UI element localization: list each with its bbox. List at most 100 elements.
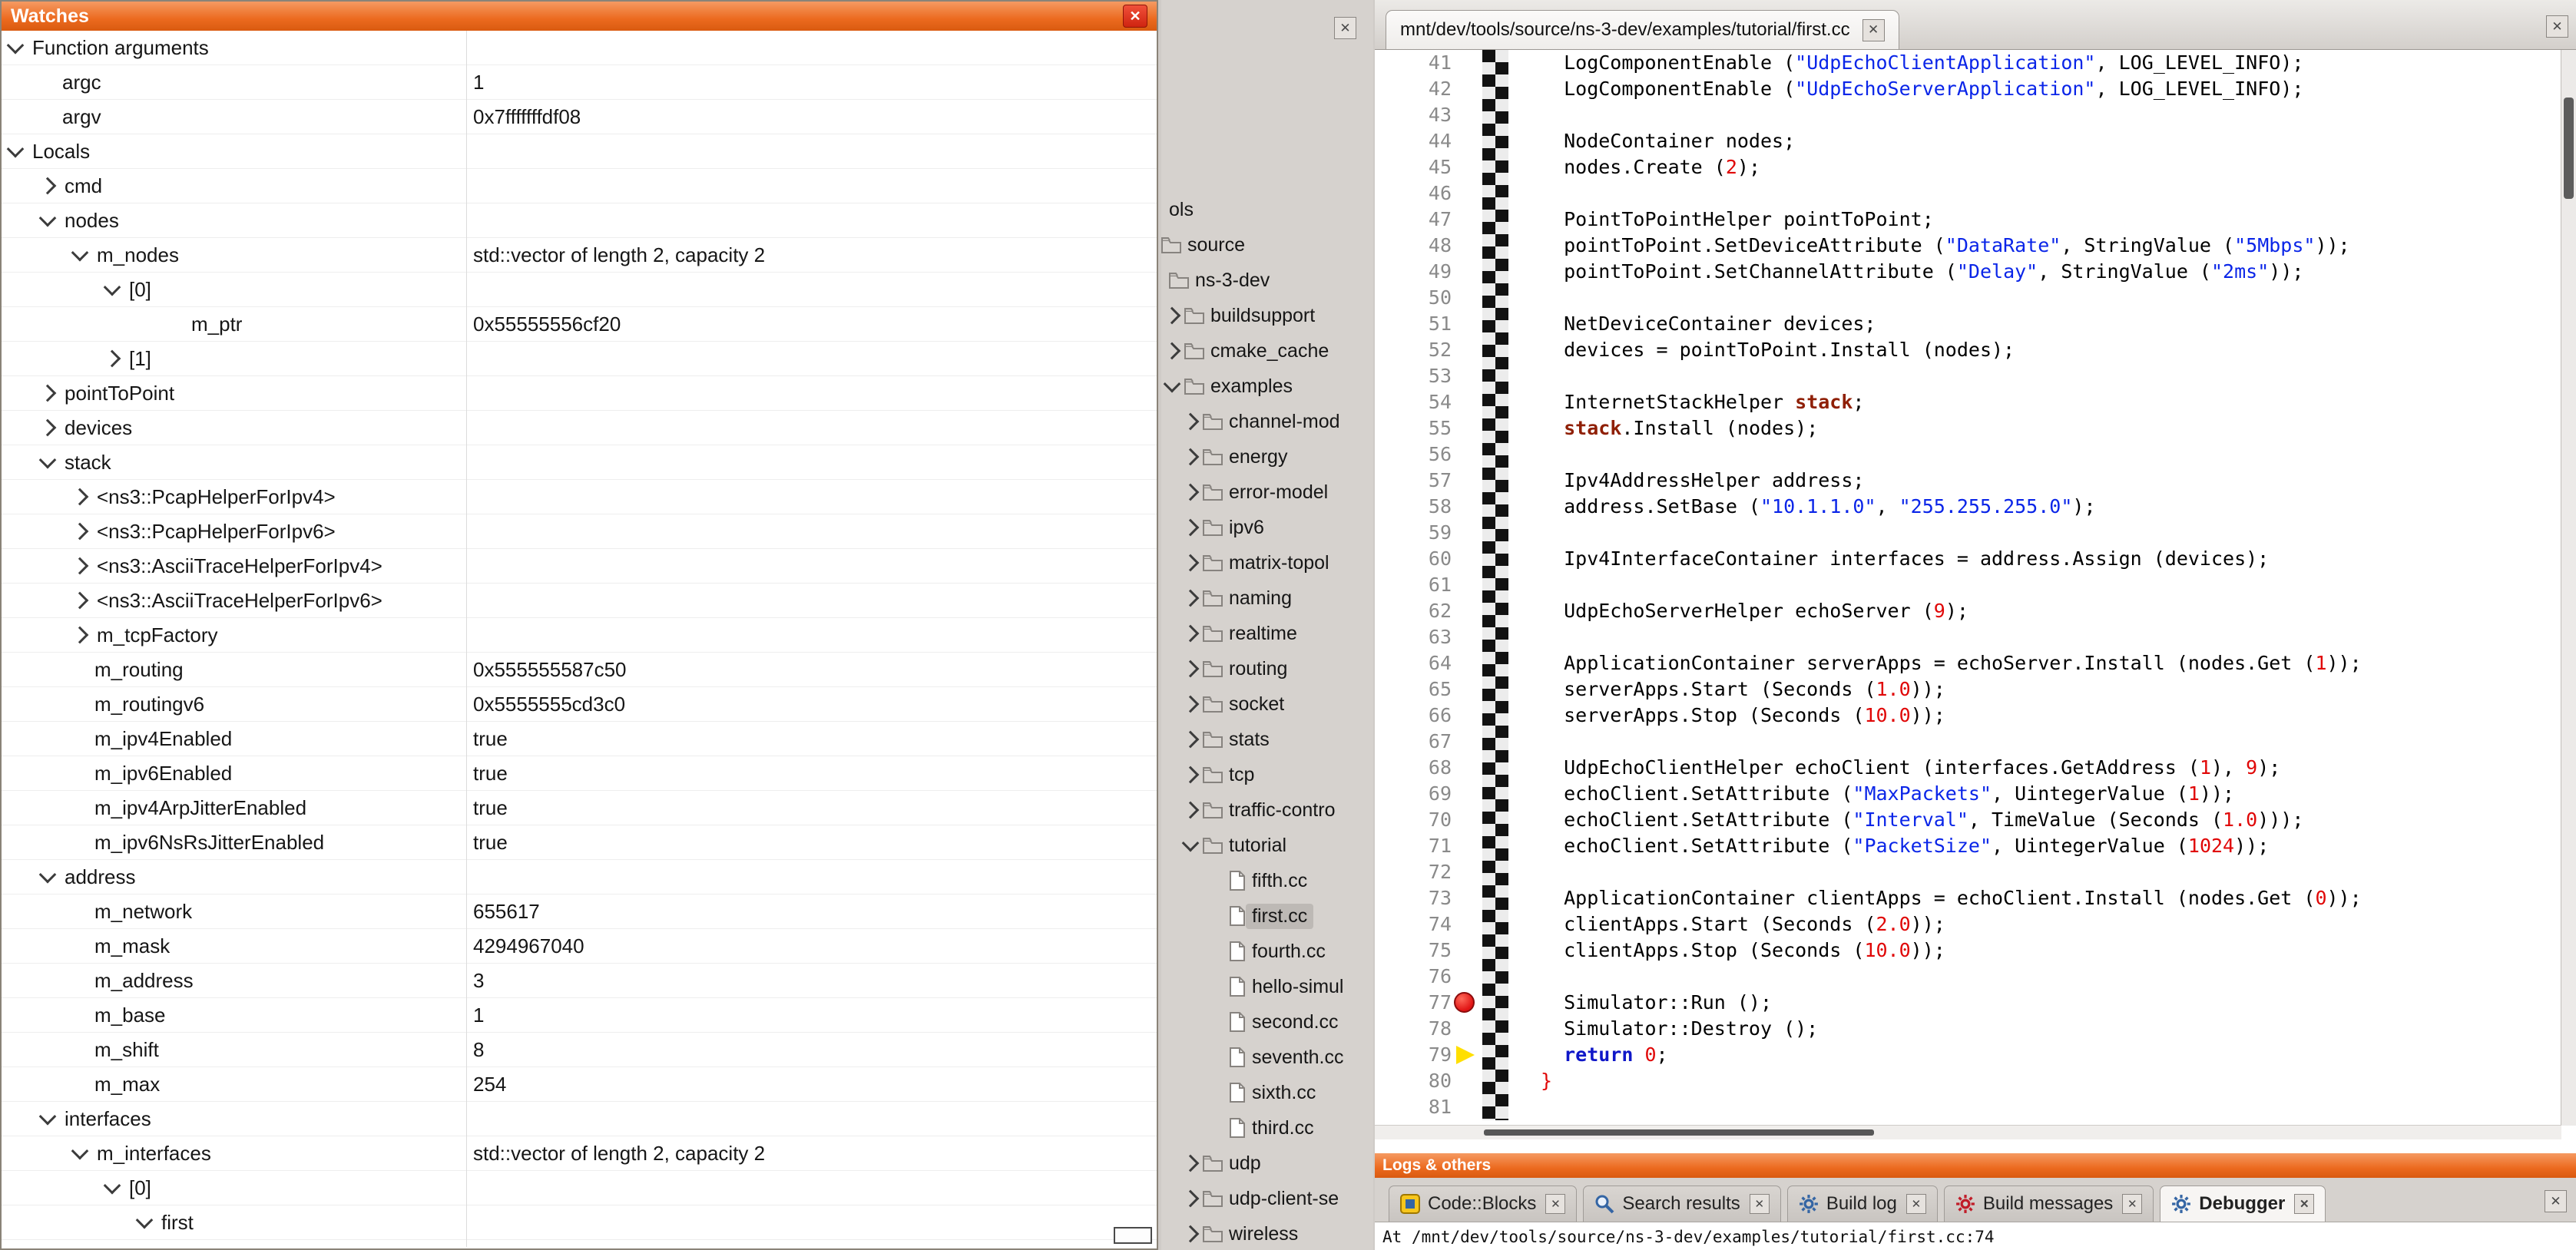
tree-item[interactable]: third.cc <box>1161 1110 1373 1146</box>
code-line[interactable]: 72 <box>1375 859 2561 885</box>
code-line[interactable]: 49 pointToPoint.SetChannelAttribute ("De… <box>1375 259 2561 285</box>
collapsed-arrow-icon[interactable] <box>1182 1155 1200 1172</box>
line-number[interactable]: 60 <box>1375 546 1452 572</box>
logs-tab-build-log[interactable]: Build log✕ <box>1787 1186 1938 1222</box>
collapsed-arrow-icon[interactable] <box>71 523 89 541</box>
code-line[interactable]: 45 nodes.Create (2); <box>1375 154 2561 180</box>
watch-row[interactable]: devices <box>2 411 1157 445</box>
code-line[interactable]: 42 LogComponentEnable ("UdpEchoServerApp… <box>1375 76 2561 102</box>
collapsed-arrow-icon[interactable] <box>104 350 121 368</box>
watch-row[interactable]: m_base1 <box>2 998 1157 1033</box>
line-number[interactable]: 49 <box>1375 259 1452 285</box>
line-number[interactable]: 58 <box>1375 494 1452 520</box>
tree-item[interactable]: hello-simul <box>1161 969 1373 1004</box>
code-line[interactable]: 77 Simulator::Run (); <box>1375 990 2561 1016</box>
tree-item[interactable]: channel-mod <box>1161 404 1373 439</box>
expanded-arrow-icon[interactable] <box>1182 835 1200 852</box>
line-number[interactable]: 46 <box>1375 180 1452 207</box>
collapsed-arrow-icon[interactable] <box>39 419 57 437</box>
watch-row[interactable]: <ns3::PcapHelperForIpv4> <box>2 480 1157 514</box>
tree-item[interactable]: energy <box>1161 439 1373 475</box>
collapsed-arrow-icon[interactable] <box>1182 590 1200 607</box>
line-number[interactable]: 77 <box>1375 990 1452 1016</box>
watch-row[interactable]: first <box>2 1205 1157 1240</box>
code-line[interactable]: 73 ApplicationContainer clientApps = ech… <box>1375 885 2561 911</box>
line-number[interactable]: 73 <box>1375 885 1452 911</box>
collapsed-arrow-icon[interactable] <box>1182 413 1200 431</box>
code-line[interactable]: 70 echoClient.SetAttribute ("Interval", … <box>1375 807 2561 833</box>
expanded-arrow-icon[interactable] <box>39 866 57 884</box>
collapsed-arrow-icon[interactable] <box>1182 731 1200 749</box>
code-line[interactable]: 68 UdpEchoClientHelper echoClient (inter… <box>1375 755 2561 781</box>
watch-row[interactable]: m_ipv4ArpJitterEnabledtrue <box>2 791 1157 825</box>
close-icon[interactable]: ✕ <box>2122 1194 2142 1214</box>
horizontal-scrollbar[interactable] <box>1375 1125 2561 1139</box>
tree-item[interactable]: stats <box>1161 722 1373 757</box>
line-number[interactable]: 54 <box>1375 389 1452 415</box>
code-line[interactable]: 50 <box>1375 285 2561 311</box>
tree-item[interactable]: tutorial <box>1161 828 1373 863</box>
watch-row[interactable]: m_ipv6Enabledtrue <box>2 756 1157 791</box>
watches-scroll-thumb[interactable] <box>1114 1227 1152 1244</box>
code-line[interactable]: 60 Ipv4InterfaceContainer interfaces = a… <box>1375 546 2561 572</box>
line-number[interactable]: 51 <box>1375 311 1452 337</box>
breakpoint-icon[interactable] <box>1454 992 1475 1013</box>
watch-row[interactable]: <ns3::PcapHelperForIpv6> <box>2 514 1157 549</box>
tree-item[interactable]: matrix-topol <box>1161 545 1373 580</box>
code-line[interactable]: 41 LogComponentEnable ("UdpEchoClientApp… <box>1375 50 2561 76</box>
expanded-arrow-icon[interactable] <box>1164 375 1181 393</box>
close-icon[interactable]: ✕ <box>1862 19 1885 41</box>
code-line[interactable]: 47 PointToPointHelper pointToPoint; <box>1375 207 2561 233</box>
collapsed-arrow-icon[interactable] <box>1164 307 1181 325</box>
close-icon[interactable]: ✕ <box>1906 1194 1926 1214</box>
watch-row[interactable]: argc1 <box>2 65 1157 100</box>
line-number[interactable]: 68 <box>1375 755 1452 781</box>
line-number[interactable]: 57 <box>1375 468 1452 494</box>
watch-row[interactable]: m_interfacesstd::vector of length 2, cap… <box>2 1136 1157 1171</box>
watch-row[interactable]: [0] <box>2 273 1157 307</box>
line-number[interactable]: 78 <box>1375 1016 1452 1042</box>
expanded-arrow-icon[interactable] <box>39 210 57 227</box>
watch-row[interactable]: m_ipv4Enabledtrue <box>2 722 1157 756</box>
watch-row[interactable]: m_ptr0x5555555ca660 <box>2 1240 1157 1247</box>
collapsed-arrow-icon[interactable] <box>1182 484 1200 501</box>
code-line[interactable]: 71 echoClient.SetAttribute ("PacketSize"… <box>1375 833 2561 859</box>
expanded-arrow-icon[interactable] <box>39 451 57 469</box>
collapsed-arrow-icon[interactable] <box>71 488 89 506</box>
collapsed-arrow-icon[interactable] <box>39 385 57 402</box>
code-line[interactable]: 81 <box>1375 1094 2561 1120</box>
code-line[interactable]: 57 Ipv4AddressHelper address; <box>1375 468 2561 494</box>
line-number[interactable]: 42 <box>1375 76 1452 102</box>
watch-row[interactable]: address <box>2 860 1157 895</box>
watch-row[interactable]: [0] <box>2 1171 1157 1205</box>
tree-item[interactable]: ols <box>1161 192 1373 227</box>
code-line[interactable]: 51 NetDeviceContainer devices; <box>1375 311 2561 337</box>
code-line[interactable]: 62 UdpEchoServerHelper echoServer (9); <box>1375 598 2561 624</box>
watch-row[interactable]: m_shift8 <box>2 1033 1157 1067</box>
close-icon[interactable]: ✕ <box>1750 1194 1770 1214</box>
expanded-arrow-icon[interactable] <box>104 279 121 296</box>
watch-row[interactable]: m_routingv60x5555555cd3c0 <box>2 687 1157 722</box>
code-line[interactable]: 75 clientApps.Stop (Seconds (10.0)); <box>1375 938 2561 964</box>
line-number[interactable]: 56 <box>1375 441 1452 468</box>
tree-item[interactable]: second.cc <box>1161 1004 1373 1040</box>
editor-file-tab[interactable]: mnt/dev/tools/source/ns-3-dev/examples/t… <box>1386 10 1899 49</box>
code-line[interactable]: 61 <box>1375 572 2561 598</box>
close-icon[interactable]: ✕ <box>1123 5 1147 28</box>
tree-item[interactable]: buildsupport <box>1161 298 1373 333</box>
watch-row[interactable]: m_ipv6NsRsJitterEnabledtrue <box>2 825 1157 860</box>
line-number[interactable]: 70 <box>1375 807 1452 833</box>
watch-row[interactable]: <ns3::AsciiTraceHelperForIpv4> <box>2 549 1157 584</box>
close-icon[interactable]: ✕ <box>2545 1190 2567 1212</box>
logs-tab-build-messages[interactable]: Build messages✕ <box>1944 1186 2154 1222</box>
vertical-scrollbar-thumb[interactable] <box>2564 98 2574 199</box>
code-line[interactable]: 58 address.SetBase ("10.1.1.0", "255.255… <box>1375 494 2561 520</box>
collapsed-arrow-icon[interactable] <box>71 592 89 610</box>
tree-item[interactable]: examples <box>1161 369 1373 404</box>
watches-titlebar[interactable]: Watches ✕ <box>2 2 1157 31</box>
expanded-arrow-icon[interactable] <box>7 37 25 55</box>
code-line[interactable]: 67 <box>1375 729 2561 755</box>
code-line[interactable]: 65 serverApps.Start (Seconds (1.0)); <box>1375 676 2561 703</box>
line-number[interactable]: 62 <box>1375 598 1452 624</box>
line-number[interactable]: 71 <box>1375 833 1452 859</box>
